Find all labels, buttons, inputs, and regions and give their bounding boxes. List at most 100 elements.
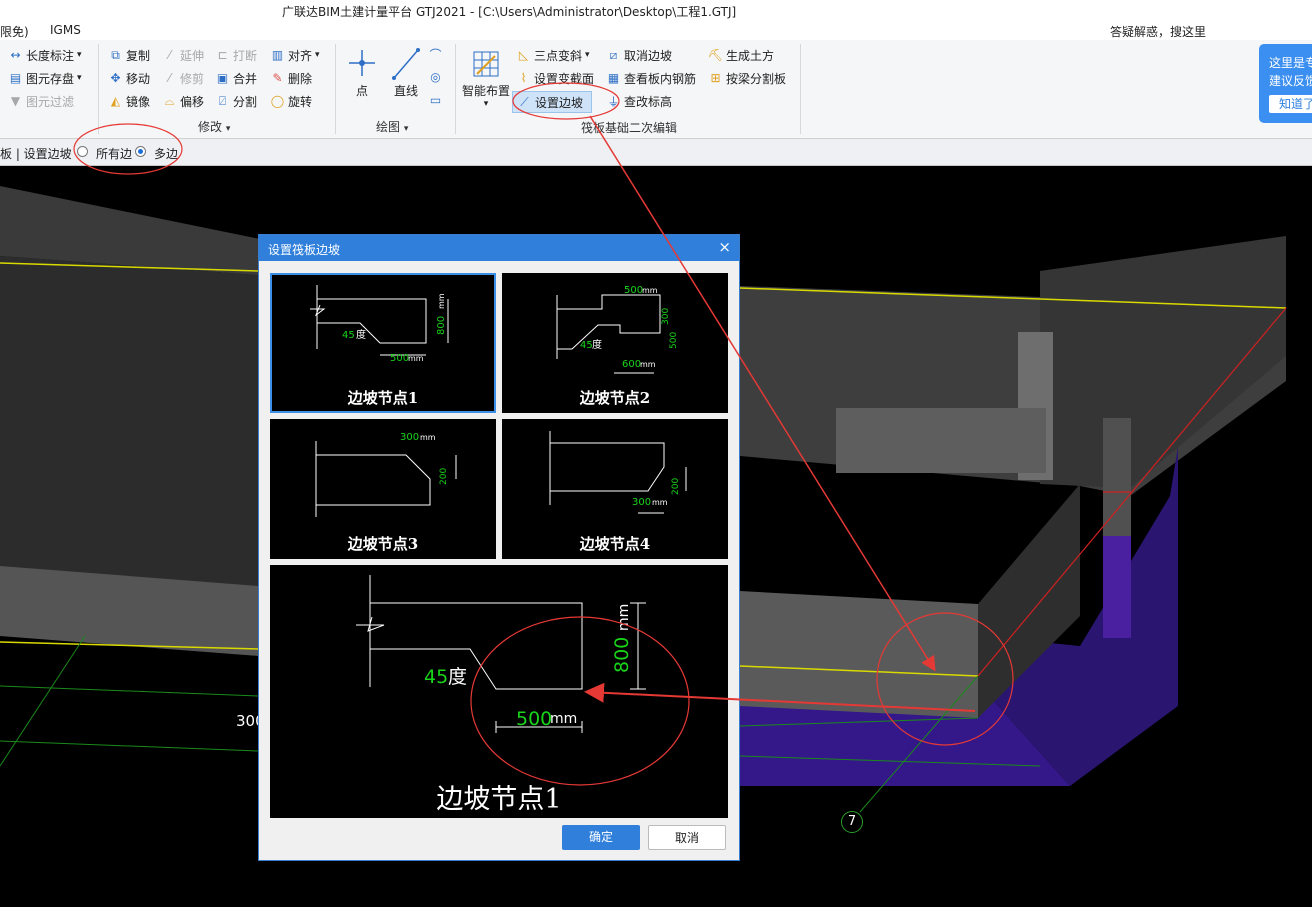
- ruler-icon: ↔: [10, 48, 21, 62]
- multi-edges-radio[interactable]: [135, 146, 146, 157]
- move-button[interactable]: ✥ 移动: [108, 68, 150, 88]
- svg-text:45: 45: [580, 340, 593, 351]
- filter-icon: ▼: [10, 94, 21, 108]
- cancel-slope-icon: ⧄: [609, 47, 618, 62]
- break-icon: ⊏: [217, 48, 228, 62]
- delete-icon: ✎: [272, 71, 283, 85]
- svg-text:mm: mm: [550, 711, 577, 727]
- length-dimension-button[interactable]: ↔ 长度标注 ▾: [8, 45, 81, 65]
- svg-text:mm: mm: [616, 604, 632, 631]
- merge-icon: ▣: [216, 71, 229, 85]
- window-title: 广联达BIM土建计量平台 GTJ2021 - [C:\Users\Adminis…: [282, 5, 737, 19]
- svg-text:mm: mm: [640, 360, 656, 369]
- slope-icon: ◺: [518, 48, 529, 62]
- offset-button[interactable]: ⌓ 偏移: [162, 91, 204, 111]
- filter-element-button[interactable]: ▼ 图元过滤: [8, 91, 74, 111]
- view-rebar-button[interactable]: ▦ 查看板内钢筋: [606, 68, 696, 88]
- node-2-caption: 边坡节点2: [579, 389, 651, 407]
- slab-right-front: [740, 591, 978, 718]
- mode-breadcrumb: 板 | 设置边坡: [0, 147, 72, 161]
- help-search-input[interactable]: 答疑解惑，搜这里: [1110, 23, 1312, 39]
- ok-button[interactable]: 确定: [562, 825, 640, 850]
- svg-text:500: 500: [624, 285, 643, 296]
- menu-item-igms[interactable]: IGMS: [50, 23, 81, 37]
- title-bar: 广联达BIM土建计量平台 GTJ2021 - [C:\Users\Adminis…: [0, 0, 1312, 22]
- multi-edges-label[interactable]: 多边: [154, 145, 178, 162]
- set-variable-section-button[interactable]: ⌇ 设置变截面: [516, 68, 594, 88]
- trim-button[interactable]: ⁄ 修剪: [162, 68, 204, 88]
- dialog-title: 设置筏板边坡: [268, 243, 341, 257]
- slope-node-2-tile[interactable]: 500 mm 45 度 600 mm 300 500 边坡节点2: [502, 273, 728, 413]
- cancel-button[interactable]: 取消: [648, 825, 726, 850]
- delete-button[interactable]: ✎ 删除: [270, 68, 312, 88]
- mirror-button[interactable]: ◭ 镜像: [108, 91, 150, 111]
- split-beam-icon: ⊞: [710, 71, 721, 85]
- svg-text:度: 度: [356, 328, 366, 341]
- line-icon: [392, 48, 420, 80]
- all-edges-radio[interactable]: [77, 146, 88, 157]
- cancel-slope-button[interactable]: ⧄ 取消边坡: [606, 45, 672, 65]
- raft-group-label: 筏板基础二次编辑: [581, 121, 678, 135]
- split-icon: ⍁: [218, 93, 227, 108]
- circle-button[interactable]: ◎: [428, 67, 446, 87]
- menu-item-free[interactable]: 限免): [0, 23, 29, 40]
- node-4-caption: 边坡节点4: [579, 535, 651, 553]
- split-by-beam-button[interactable]: ⊞ 按梁分割板: [708, 68, 786, 88]
- variable-section-icon: ⌇: [520, 71, 527, 85]
- draw-point-button[interactable]: 点: [344, 46, 380, 99]
- axis-bubble: 7: [841, 811, 863, 833]
- earthwork-icon: ⛏: [707, 48, 724, 62]
- slope-node-3-tile[interactable]: 300 mm 200 边坡节点3: [270, 419, 496, 559]
- smart-layout-button[interactable]: 智能布置 ▾: [460, 46, 512, 109]
- arc-icon: ⌒: [429, 47, 442, 62]
- set-raft-slope-dialog: 设置筏板边坡 × 45 度 500 mm 800 mm 边坡节点1 500 mm…: [258, 234, 740, 861]
- tip-ok-button[interactable]: 知道了: [1269, 95, 1312, 113]
- align-button[interactable]: ▥ 对齐 ▾: [270, 45, 320, 65]
- set-slope-icon: ⟋: [520, 94, 529, 109]
- svg-text:45: 45: [342, 330, 355, 341]
- svg-text:600: 600: [622, 359, 641, 370]
- merge-button[interactable]: ▣ 合并: [215, 68, 257, 88]
- arc-button[interactable]: ⌒: [428, 44, 446, 64]
- extend-button[interactable]: ⁄ 延伸: [162, 45, 204, 65]
- draw-group-label[interactable]: 绘图 ▾: [376, 118, 408, 135]
- break-button[interactable]: ⊏ 打断: [215, 45, 257, 65]
- svg-text:300: 300: [632, 497, 651, 508]
- set-slope-button[interactable]: ⟋ 设置边坡: [512, 91, 593, 113]
- close-icon[interactable]: ×: [718, 238, 731, 256]
- tip-popup: 这里是专 建议反馈 知道了: [1259, 44, 1312, 123]
- beam-cross: [836, 408, 1046, 473]
- save-element-button[interactable]: ▤ 图元存盘 ▾: [8, 68, 82, 88]
- svg-text:300: 300: [661, 308, 671, 325]
- modify-group-label[interactable]: 修改 ▾: [198, 118, 230, 135]
- slope-node-1-tile[interactable]: 45 度 500 mm 800 mm 边坡节点1: [270, 273, 496, 413]
- svg-text:mm: mm: [652, 498, 668, 507]
- all-edges-label[interactable]: 所有边: [96, 145, 132, 162]
- generate-earthwork-button[interactable]: ⛏ 生成土方: [708, 45, 774, 65]
- rectangle-button[interactable]: ▭: [428, 90, 446, 110]
- slope-node-4-tile[interactable]: 200 300 mm 边坡节点4: [502, 419, 728, 559]
- draw-line-button[interactable]: 直线: [388, 46, 424, 99]
- edit-elevation-button[interactable]: ⏚ 查改标高: [606, 91, 672, 111]
- rectangle-icon: ▭: [429, 93, 442, 107]
- split-button[interactable]: ⍁ 分割: [215, 91, 257, 111]
- svg-text:mm: mm: [420, 433, 436, 442]
- align-icon: ▥: [271, 48, 284, 62]
- copy-button[interactable]: ⧉ 复制: [108, 45, 150, 65]
- three-point-slope-button[interactable]: ◺ 三点变斜 ▾: [516, 45, 590, 65]
- svg-text:mm: mm: [642, 286, 658, 295]
- svg-text:45: 45: [424, 666, 448, 688]
- svg-text:500: 500: [516, 708, 552, 730]
- slab-right-back: [1040, 236, 1286, 488]
- dialog-titlebar: 设置筏板边坡 ×: [259, 235, 739, 261]
- svg-text:度: 度: [592, 338, 602, 351]
- circle-icon: ◎: [430, 70, 441, 84]
- preview-caption: 边坡节点1: [436, 784, 562, 815]
- node-1-caption: 边坡节点1: [347, 389, 419, 407]
- save-icon: ▤: [9, 71, 22, 85]
- rotate-button[interactable]: ◯ 旋转: [270, 91, 312, 111]
- svg-text:300: 300: [400, 432, 419, 443]
- point-icon: [349, 50, 375, 76]
- svg-text:度: 度: [448, 666, 467, 688]
- svg-text:800: 800: [611, 637, 633, 673]
